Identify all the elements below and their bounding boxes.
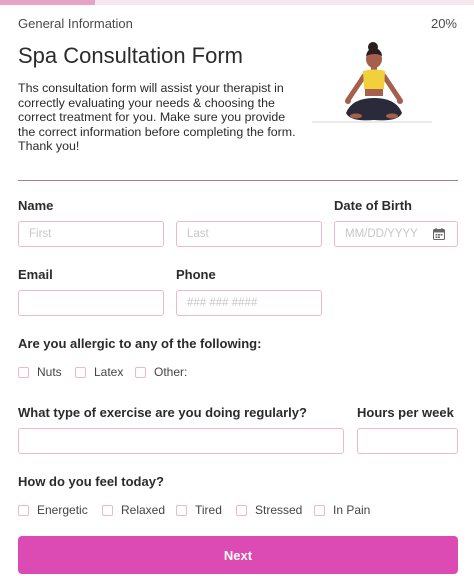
next-button[interactable]: Next — [18, 536, 458, 574]
allergy-option-latex[interactable]: Latex — [75, 365, 123, 379]
checkbox[interactable] — [18, 366, 29, 378]
page-title: Spa Consultation Form — [18, 43, 243, 68]
feeling-option-energetic[interactable]: Energetic — [18, 503, 88, 517]
checkbox[interactable] — [75, 366, 86, 378]
section-name: General Information — [18, 16, 133, 31]
hours-input[interactable] — [357, 428, 458, 454]
checkbox[interactable] — [176, 504, 187, 516]
option-label: Energetic — [37, 503, 88, 517]
name-label: Name — [18, 198, 54, 213]
dob-label: Date of Birth — [334, 198, 412, 213]
feeling-option-stressed[interactable]: Stressed — [236, 503, 302, 517]
option-label: Relaxed — [121, 503, 166, 517]
meditation-illustration — [312, 42, 432, 123]
option-label: Tired — [195, 503, 222, 517]
email-input[interactable] — [18, 290, 164, 316]
checkbox[interactable] — [236, 504, 247, 516]
allergy-option-nuts[interactable]: Nuts — [18, 365, 62, 379]
allergy-label: Are you allergic to any of the following… — [18, 336, 262, 351]
last-name-input[interactable] — [176, 221, 322, 247]
progress-percent: 20% — [430, 16, 457, 31]
progress-fill — [0, 0, 95, 5]
checkbox[interactable] — [314, 504, 325, 516]
progress-bar — [0, 0, 474, 5]
phone-label: Phone — [176, 267, 216, 282]
feeling-label: How do you feel today? — [18, 474, 164, 489]
option-label: Stressed — [255, 503, 303, 517]
option-label: In Pain — [333, 503, 371, 517]
feeling-option-relaxed[interactable]: Relaxed — [102, 503, 165, 517]
option-label: Nuts — [37, 365, 62, 379]
intro-text: Ths consultation form will assist your t… — [18, 81, 296, 154]
feeling-option-tired[interactable]: Tired — [176, 503, 222, 517]
hours-label: Hours per week — [357, 405, 454, 420]
checkbox[interactable] — [135, 366, 146, 378]
feeling-option-in-pain[interactable]: In Pain — [314, 503, 370, 517]
option-label: Other: — [154, 365, 188, 379]
checkbox[interactable] — [18, 504, 29, 516]
divider — [18, 180, 458, 181]
exercise-label: What type of exercise are you doing regu… — [18, 405, 307, 420]
email-label: Email — [18, 267, 53, 282]
allergy-option-other[interactable]: Other: — [135, 365, 187, 379]
exercise-input[interactable] — [18, 428, 344, 454]
option-label: Latex — [94, 365, 124, 379]
checkbox[interactable] — [102, 504, 113, 516]
first-name-input[interactable] — [18, 221, 164, 247]
calendar-icon[interactable] — [433, 228, 445, 240]
phone-input[interactable] — [176, 290, 322, 316]
